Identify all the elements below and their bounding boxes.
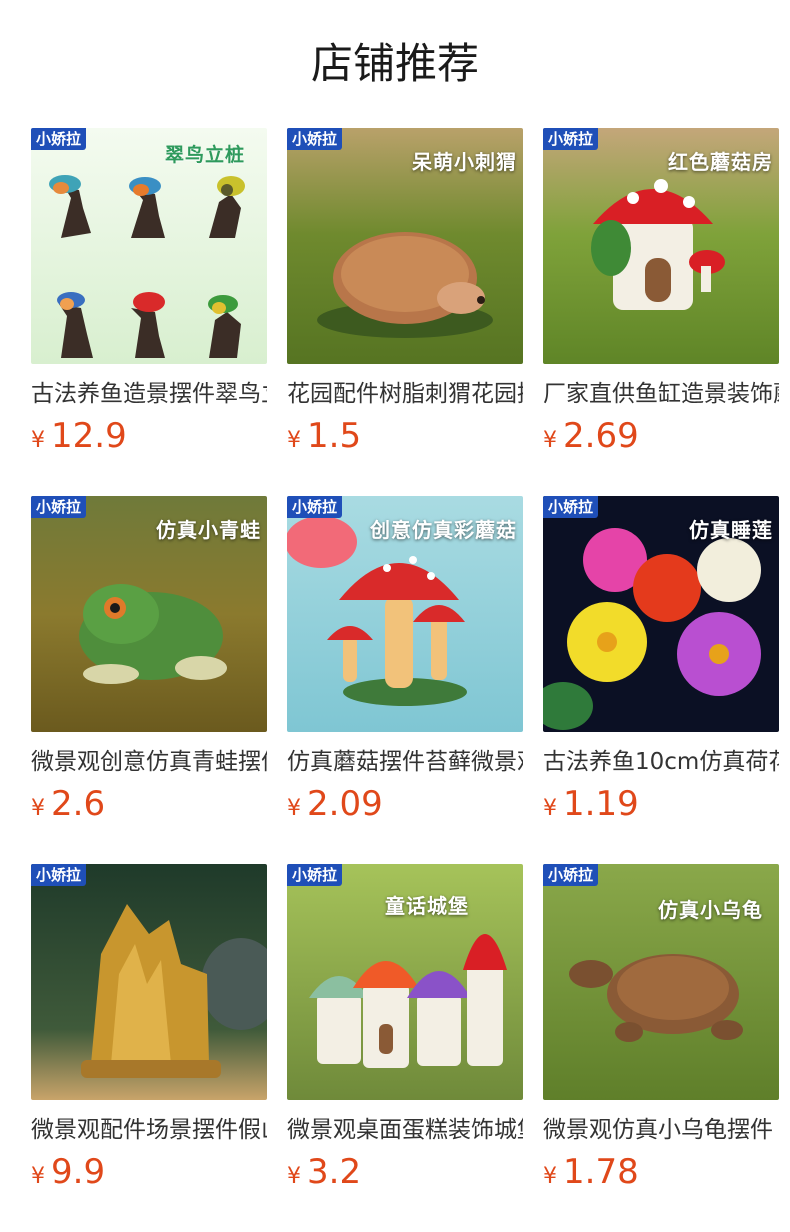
product-name[interactable]: 古法养鱼造景摆件翠鸟立桩 <box>31 378 267 410</box>
currency-symbol: ¥ <box>543 1164 557 1189</box>
product-image[interactable]: 小娇拉 童话城堡 <box>287 864 523 1100</box>
brand-badge: 小娇拉 <box>543 864 599 886</box>
image-caption: 呆萌小刺猬 <box>412 150 517 174</box>
product-image[interactable]: 小娇拉 <box>31 864 267 1100</box>
product-card[interactable]: 小娇拉 呆萌小刺猬 花园配件树脂刺猬花园摆件 ¥1.5 <box>287 128 523 462</box>
image-caption: 仿真小乌龟 <box>658 898 763 922</box>
image-caption: 翠鸟立桩 <box>164 144 245 166</box>
product-name[interactable]: 微景观桌面蛋糕装饰城堡 <box>287 1114 523 1146</box>
product-price: ¥12.9 <box>31 416 267 462</box>
brand-badge: 小娇拉 <box>31 496 87 518</box>
rockery-ornament-image <box>31 864 267 1100</box>
product-image[interactable]: 小娇拉 仿真小青蛙 <box>31 496 267 732</box>
product-price: ¥2.69 <box>543 416 779 462</box>
brand-badge: 小娇拉 <box>543 128 599 150</box>
product-card[interactable]: 小娇拉 翠鸟立桩 古法养鱼造景摆件翠鸟立桩 ¥12.9 <box>31 128 267 462</box>
product-name[interactable]: 古法养鱼10cm仿真荷花睡莲 <box>543 746 779 778</box>
image-caption: 童话城堡 <box>385 894 469 918</box>
brand-badge: 小娇拉 <box>31 864 87 886</box>
product-price: ¥2.6 <box>31 784 267 830</box>
price-value: 1.78 <box>563 1152 639 1192</box>
price-value: 2.69 <box>563 416 639 456</box>
page-title: 店铺推荐 <box>310 39 479 88</box>
product-card[interactable]: 小娇拉 童话城堡 微景观桌面蛋糕装饰城堡 ¥3.2 <box>287 864 523 1198</box>
price-value: 1.5 <box>307 416 362 456</box>
image-caption: 红色蘑菇房 <box>668 150 773 174</box>
brand-badge: 小娇拉 <box>543 496 599 518</box>
currency-symbol: ¥ <box>543 796 557 821</box>
brand-badge: 小娇拉 <box>287 864 343 886</box>
brand-badge: 小娇拉 <box>287 496 343 518</box>
product-card[interactable]: 小娇拉 仿真睡莲 古法养鱼10cm仿真荷花睡莲 ¥1.19 <box>543 496 779 830</box>
price-value: 1.19 <box>563 784 639 824</box>
price-value: 12.9 <box>51 416 127 456</box>
product-image[interactable]: 小娇拉 呆萌小刺猬 <box>287 128 523 364</box>
currency-symbol: ¥ <box>543 428 557 453</box>
product-name[interactable]: 微景观创意仿真青蛙摆件 <box>31 746 267 778</box>
product-name[interactable]: 厂家直供鱼缸造景装饰蘑菇房 <box>543 378 779 410</box>
currency-symbol: ¥ <box>287 428 301 453</box>
product-card[interactable]: 小娇拉 微景观配件场景摆件假山 ¥9.9 <box>31 864 267 1198</box>
currency-symbol: ¥ <box>31 428 45 453</box>
product-price: ¥1.5 <box>287 416 523 462</box>
currency-symbol: ¥ <box>31 1164 45 1189</box>
product-price: ¥1.78 <box>543 1152 779 1198</box>
price-value: 2.6 <box>51 784 106 824</box>
product-card[interactable]: 小娇拉 仿真小青蛙 微景观创意仿真青蛙摆件 ¥2.6 <box>31 496 267 830</box>
product-price: ¥3.2 <box>287 1152 523 1198</box>
product-image[interactable]: 小娇拉 翠鸟立桩 <box>31 128 267 364</box>
product-name[interactable]: 花园配件树脂刺猬花园摆件 <box>287 378 523 410</box>
product-price: ¥9.9 <box>31 1152 267 1198</box>
price-value: 3.2 <box>307 1152 362 1192</box>
product-card[interactable]: 小娇拉 红色蘑菇房 厂家直供鱼缸造景装饰蘑菇房 ¥2.69 <box>543 128 779 462</box>
price-value: 2.09 <box>307 784 383 824</box>
product-name[interactable]: 微景观仿真小乌龟摆件 <box>543 1114 779 1146</box>
product-name[interactable]: 仿真蘑菇摆件苔藓微景观 <box>287 746 523 778</box>
currency-symbol: ¥ <box>287 796 301 821</box>
product-price: ¥2.09 <box>287 784 523 830</box>
currency-symbol: ¥ <box>31 796 45 821</box>
brand-badge: 小娇拉 <box>287 128 343 150</box>
product-card[interactable]: 小娇拉 仿真小乌龟 微景观仿真小乌龟摆件 ¥1.78 <box>543 864 779 1198</box>
product-image[interactable]: 小娇拉 仿真睡莲 <box>543 496 779 732</box>
product-image[interactable]: 小娇拉 仿真小乌龟 <box>543 864 779 1100</box>
image-caption: 仿真睡莲 <box>689 518 773 542</box>
price-value: 9.9 <box>51 1152 106 1192</box>
product-price: ¥1.19 <box>543 784 779 830</box>
image-caption: 创意仿真彩蘑菇 <box>370 518 517 542</box>
currency-symbol: ¥ <box>287 1164 301 1189</box>
product-name[interactable]: 微景观配件场景摆件假山 <box>31 1114 267 1146</box>
image-caption: 仿真小青蛙 <box>156 518 261 542</box>
product-image[interactable]: 小娇拉 红色蘑菇房 <box>543 128 779 364</box>
brand-badge: 小娇拉 <box>31 128 87 150</box>
product-image[interactable]: 小娇拉 创意仿真彩蘑菇 <box>287 496 523 732</box>
product-card[interactable]: 小娇拉 创意仿真彩蘑菇 仿真蘑菇摆件苔藓微景观 ¥2.09 <box>287 496 523 830</box>
